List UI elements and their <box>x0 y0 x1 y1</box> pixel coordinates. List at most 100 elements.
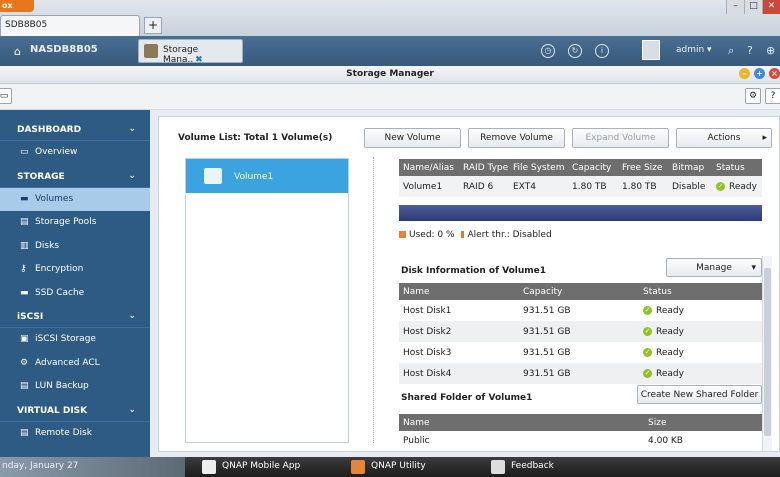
backup-icon: ▤ <box>20 381 29 391</box>
actions-button[interactable]: Actions ▸ <box>676 128 772 148</box>
sidebar-item-ssd-cache[interactable]: ▬ SSD Cache <box>0 282 150 306</box>
close-window-button[interactable]: ✕ <box>762 0 780 14</box>
section-label: iSCSI <box>17 312 44 322</box>
table-cell: 931.51 GB <box>523 347 571 358</box>
taskbar-item-mobile-app[interactable]: QNAP Mobile App <box>196 457 300 477</box>
taskbar-label: QNAP Mobile App <box>222 461 301 471</box>
sidebar-item-disks[interactable]: ▥ Disks <box>0 235 150 259</box>
globe-icon[interactable]: ⊕ <box>766 44 775 57</box>
app-toolbar: ▭ ⚙ ? <box>0 84 780 110</box>
maximize-button[interactable]: □ <box>744 0 762 14</box>
window-minimize-button[interactable]: – <box>739 68 750 79</box>
taskbar-item-utility[interactable]: QNAP Utility <box>345 457 426 477</box>
sidebar-item-remote-disk[interactable]: ▤ Remote Disk <box>0 422 150 446</box>
create-shared-folder-button[interactable]: Create New Shared Folder <box>637 385 762 404</box>
status-text: Ready <box>656 347 684 358</box>
column-header[interactable]: Status <box>712 159 762 176</box>
taskbar-label: QNAP Utility <box>371 461 426 471</box>
taskbar-item-feedback[interactable]: Feedback <box>485 457 554 477</box>
remove-volume-button[interactable]: Remove Volume <box>468 128 565 148</box>
table-cell: Disable <box>672 181 706 192</box>
browser-tab[interactable]: SDB8B05 <box>0 15 140 36</box>
check-icon: ✓ <box>643 347 652 357</box>
firefox-menu-button[interactable]: ox <box>0 0 34 12</box>
volumes-panel: Volume List: Total 1 Volume(s) New Volum… <box>158 116 780 452</box>
sidebar-item-volumes[interactable]: ▬ Volumes <box>0 187 150 211</box>
sidebar-item-iscsi-storage[interactable]: ▣ iSCSI Storage <box>0 328 150 352</box>
column-header[interactable]: Capacity <box>519 283 639 300</box>
status-text: Ready <box>656 368 684 379</box>
window-maximize-button[interactable]: + <box>754 68 765 79</box>
details-scroll-area[interactable]: Disk Information of Volume1 Manage ▾ Name… <box>399 253 774 449</box>
sidebar-item-lun-backup[interactable]: ▤ LUN Backup <box>0 375 150 399</box>
vertical-scrollbar[interactable] <box>762 256 772 451</box>
volume-list-item[interactable]: Volume1 <box>186 159 348 193</box>
chevron-down-icon: ⌄ <box>128 311 136 321</box>
monitor-icon: ▭ <box>20 147 29 157</box>
scrollbar-thumb[interactable] <box>764 268 771 436</box>
new-volume-button[interactable]: New Volume <box>364 128 461 148</box>
table-row[interactable]: Host Disk4 931.51 GB ✓ Ready <box>399 363 762 384</box>
user-menu[interactable]: admin ▾ <box>676 45 712 55</box>
alert-label: Alert thr.: Disabled <box>467 230 552 240</box>
column-header[interactable]: Name <box>399 283 519 300</box>
sidebar-toggle-icon[interactable]: ▭ <box>0 88 12 104</box>
sidebar-item-label: Overview <box>35 147 78 157</box>
table-cell: ✓ Ready <box>639 363 762 384</box>
expand-volume-button[interactable]: Expand Volume <box>572 128 669 148</box>
app-tab-label: Storage Mana.. <box>163 45 199 65</box>
sidebar-section-storage[interactable]: STORAGE ⌄ <box>0 165 150 188</box>
sidebar-item-advanced-acl[interactable]: ⚙ Advanced ACL <box>0 352 150 376</box>
help-button[interactable]: ? <box>765 88 780 104</box>
sidebar-section-dashboard[interactable]: DASHBOARD ⌄ <box>0 118 150 141</box>
table-row[interactable]: Host Disk3 931.51 GB ✓ Ready <box>399 342 762 363</box>
sidebar-item-storage-pools[interactable]: ▤ Storage Pools <box>0 211 150 235</box>
sidebar-item-label: Disks <box>35 240 60 251</box>
taskbar-label: Feedback <box>511 461 554 471</box>
nas-name[interactable]: NASDB8B05 <box>30 44 98 55</box>
column-header[interactable]: Status <box>639 283 762 300</box>
sidebar-item-overview[interactable]: ▭ Overview <box>0 141 150 165</box>
column-header[interactable]: Name/Alias <box>399 159 459 176</box>
dropdown-arrow-icon: ▸ <box>762 133 767 143</box>
sidebar-item-encryption[interactable]: ⚷ Encryption <box>0 258 150 282</box>
avatar[interactable] <box>642 40 660 60</box>
section-label: VIRTUAL DISK <box>17 405 88 416</box>
window-close-button[interactable]: × <box>769 68 780 79</box>
column-header[interactable]: Bitmap <box>668 159 712 176</box>
window-title: Storage Manager <box>346 69 434 79</box>
status-text: Ready <box>656 305 684 316</box>
column-header[interactable]: RAID Type <box>459 159 509 176</box>
table-row[interactable]: Host Disk1 931.51 GB ✓ Ready <box>399 300 762 321</box>
sidebar-section-virtual-disk[interactable]: VIRTUAL DISK ⌄ <box>0 399 150 422</box>
info-icon[interactable]: i <box>595 44 609 58</box>
home-icon[interactable]: ⌂ <box>14 45 21 58</box>
manage-button[interactable]: Manage ▾ <box>666 258 762 277</box>
table-cell: Host Disk1 <box>403 305 452 316</box>
help-icon[interactable]: ? <box>747 44 753 57</box>
storage-manager-app-tab[interactable]: Storage Mana.. ✖ <box>138 39 243 65</box>
search-icon[interactable]: ⌕ <box>728 44 734 58</box>
column-header[interactable]: Capacity <box>568 159 618 176</box>
sidebar-section-iscsi[interactable]: iSCSI ⌄ <box>0 305 150 328</box>
clock-icon[interactable]: ◷ <box>541 44 555 58</box>
column-header[interactable]: File System <box>509 159 568 176</box>
minimize-button[interactable]: – <box>726 0 744 14</box>
column-header[interactable]: Name <box>399 414 644 431</box>
remote-disk-icon: ▤ <box>20 427 29 438</box>
column-header[interactable]: Free Size <box>618 159 668 176</box>
table-row[interactable]: Public 4.00 KB <box>399 431 762 449</box>
table-row[interactable]: Host Disk2 931.51 GB ✓ Ready <box>399 321 762 342</box>
ssd-icon: ▬ <box>20 287 29 298</box>
shared-folder-title: Shared Folder of Volume1 <box>401 393 533 403</box>
sidebar-item-label: SSD Cache <box>35 287 85 298</box>
table-row[interactable]: Volume1 RAID 6 EXT4 1.80 TB 1.80 TB Disa… <box>399 176 762 197</box>
gear-icon[interactable]: ⚙ <box>745 88 761 104</box>
new-tab-button[interactable]: + <box>144 17 162 34</box>
sidebar-item-label: LUN Backup <box>35 381 89 391</box>
pool-icon: ▤ <box>20 217 29 227</box>
refresh-icon[interactable]: ↻ <box>568 44 582 58</box>
volume-tree: Volume1 <box>185 158 349 443</box>
column-header[interactable]: Size <box>644 414 762 431</box>
app-tab-close-icon[interactable]: ✖ <box>195 55 203 65</box>
